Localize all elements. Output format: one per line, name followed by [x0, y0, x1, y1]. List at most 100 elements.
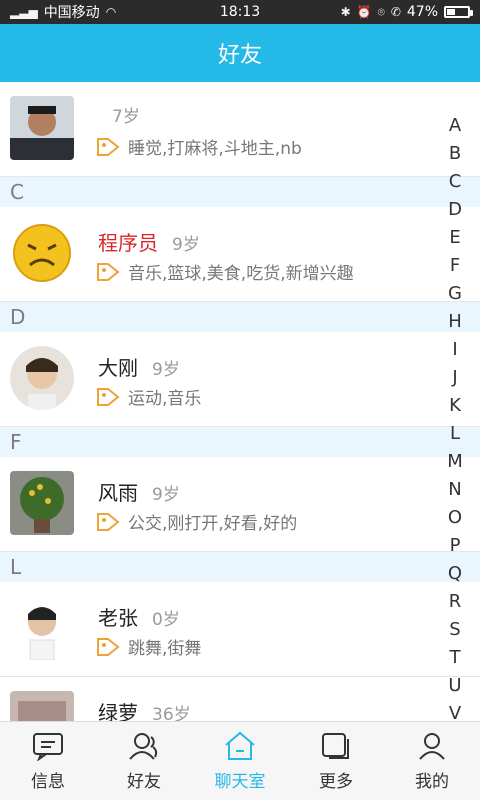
more-icon — [322, 732, 349, 759]
friend-tags: 睡觉,打麻将,斗地主,nb — [128, 139, 302, 159]
friend-item[interactable]: 大刚 9岁 运动,音乐 — [0, 332, 480, 427]
friend-item[interactable]: 7岁 睡觉,打麻将,斗地主,nb — [0, 82, 480, 177]
avatar — [10, 221, 74, 285]
friend-name: 大刚 — [98, 356, 138, 380]
wifi-icon: ◠ — [105, 5, 117, 19]
alpha-letter[interactable]: U — [448, 672, 461, 700]
page-title: 好友 — [217, 43, 262, 68]
alpha-letter[interactable]: I — [452, 336, 457, 364]
chat-icon — [33, 732, 63, 761]
name-row: 绿萝 36岁 — [98, 697, 191, 722]
avatar — [10, 346, 74, 410]
name-row: 程序员 9岁 — [98, 227, 200, 256]
title-bar: 好友 — [0, 24, 480, 82]
friend-name: 绿萝 — [98, 701, 138, 722]
alpha-letter[interactable]: Q — [448, 560, 462, 588]
tag-icon — [96, 387, 120, 407]
nav-item-messages[interactable]: 信息 — [0, 722, 96, 800]
alpha-letter[interactable]: R — [449, 588, 462, 616]
battery-icon — [444, 6, 473, 18]
alpha-letter[interactable]: N — [448, 476, 461, 504]
nav-item-more[interactable]: 更多 — [288, 722, 384, 800]
nav-label: 聊天室 — [214, 771, 266, 792]
friend-age: 9岁 — [172, 235, 200, 255]
alarm-icon: ⏰ — [356, 5, 372, 19]
nav-label: 好友 — [127, 771, 161, 792]
call-icon: ✆ — [390, 5, 401, 19]
friend-age: 7岁 — [112, 107, 140, 127]
alpha-letter[interactable]: S — [449, 616, 460, 644]
name-row: 7岁 — [98, 102, 140, 127]
alpha-letter[interactable]: E — [449, 224, 460, 252]
status-left: ▂▃▅ 中国移动 ◠ — [10, 2, 116, 22]
alpha-letter[interactable]: H — [448, 308, 462, 336]
alpha-letter[interactable]: K — [449, 392, 461, 420]
nav-label: 更多 — [319, 771, 353, 792]
friend-item[interactable]: 绿萝 36岁 — [0, 677, 480, 722]
nav-item-chatroom[interactable]: 聊天室 — [192, 722, 288, 800]
alphabet-index[interactable]: ABCDEFGHIJKLMNOPQRSTUV — [440, 112, 470, 728]
nav-item-profile[interactable]: 我的 — [384, 722, 480, 800]
tags-row: 运动,音乐 — [96, 384, 201, 409]
status-bar: ▂▃▅ 中国移动 ◠ 18:13 ✱ ⏰ ⌾ ✆ 47% — [0, 0, 480, 24]
friend-tags: 跳舞,街舞 — [128, 639, 202, 659]
friend-tags: 公交,刚打开,好看,好的 — [128, 514, 298, 534]
bluetooth-icon: ✱ — [340, 5, 351, 19]
section-header-d: D — [0, 302, 480, 332]
friend-item[interactable]: 风雨 9岁 公交,刚打开,好看,好的 — [0, 457, 480, 552]
carrier-label: 中国移动 — [43, 5, 100, 21]
friends-icon — [129, 732, 158, 760]
alpha-letter[interactable]: M — [447, 448, 463, 476]
avatar — [10, 691, 74, 722]
friend-item[interactable]: 程序员 9岁 音乐,篮球,美食,吃货,新增兴趣 — [0, 207, 480, 302]
tag-icon — [96, 637, 120, 657]
signal-icon: ▂▃▅ — [10, 5, 38, 19]
location-icon: ⌾ — [377, 4, 385, 19]
tag-icon — [96, 512, 120, 532]
tags-row: 睡觉,打麻将,斗地主,nb — [96, 134, 302, 159]
tags-row: 跳舞,街舞 — [96, 634, 201, 659]
alpha-letter[interactable]: C — [449, 168, 462, 196]
nav-label: 信息 — [31, 771, 65, 792]
friend-tags: 音乐,篮球,美食,吃货,新增兴趣 — [128, 264, 354, 284]
alpha-letter[interactable]: F — [450, 252, 460, 280]
alpha-letter[interactable]: O — [448, 504, 462, 532]
friend-name: 程序员 — [98, 231, 158, 255]
tag-icon — [96, 262, 120, 282]
friend-age: 9岁 — [152, 360, 180, 380]
name-row: 大刚 9岁 — [98, 352, 180, 381]
tags-row: 音乐,篮球,美食,吃货,新增兴趣 — [96, 259, 354, 284]
section-header-c: C — [0, 177, 480, 207]
name-row: 老张 0岁 — [98, 602, 180, 631]
alpha-letter[interactable]: A — [449, 112, 461, 140]
friend-name: 老张 — [98, 606, 138, 630]
alpha-letter[interactable]: B — [449, 140, 461, 168]
alpha-letter[interactable]: L — [450, 420, 460, 448]
home-icon — [225, 731, 255, 760]
alpha-letter[interactable]: T — [450, 644, 461, 672]
alpha-letter[interactable]: D — [448, 196, 462, 224]
avatar — [10, 96, 74, 160]
alpha-letter[interactable]: J — [452, 364, 457, 392]
friend-list[interactable]: 7岁 睡觉,打麻将,斗地主,nb C 程序员 9岁 音乐,篮球,美食,吃货,新增… — [0, 82, 480, 722]
tags-row: 公交,刚打开,好看,好的 — [96, 509, 297, 534]
nav-label: 我的 — [415, 771, 449, 792]
friend-name: 风雨 — [98, 481, 138, 505]
friend-item[interactable]: 老张 0岁 跳舞,街舞 — [0, 582, 480, 677]
avatar — [10, 471, 74, 535]
alpha-letter[interactable]: G — [448, 280, 462, 308]
nav-item-friends[interactable]: 好友 — [96, 722, 192, 800]
tag-icon — [96, 137, 120, 157]
friend-age: 9岁 — [152, 485, 180, 505]
friend-tags: 运动,音乐 — [128, 389, 202, 409]
battery-percent: 47% — [406, 4, 438, 20]
clock: 18:13 — [219, 4, 261, 20]
alpha-letter[interactable]: P — [450, 532, 461, 560]
profile-icon — [419, 732, 445, 760]
bottom-nav: 信息 好友 聊天室 更多 我的 — [0, 721, 480, 800]
section-header-f: F — [0, 427, 480, 457]
name-row: 风雨 9岁 — [98, 477, 180, 506]
section-header-l: L — [0, 552, 480, 582]
avatar — [10, 596, 74, 660]
status-right: ✱ ⏰ ⌾ ✆ 47% — [340, 4, 473, 20]
